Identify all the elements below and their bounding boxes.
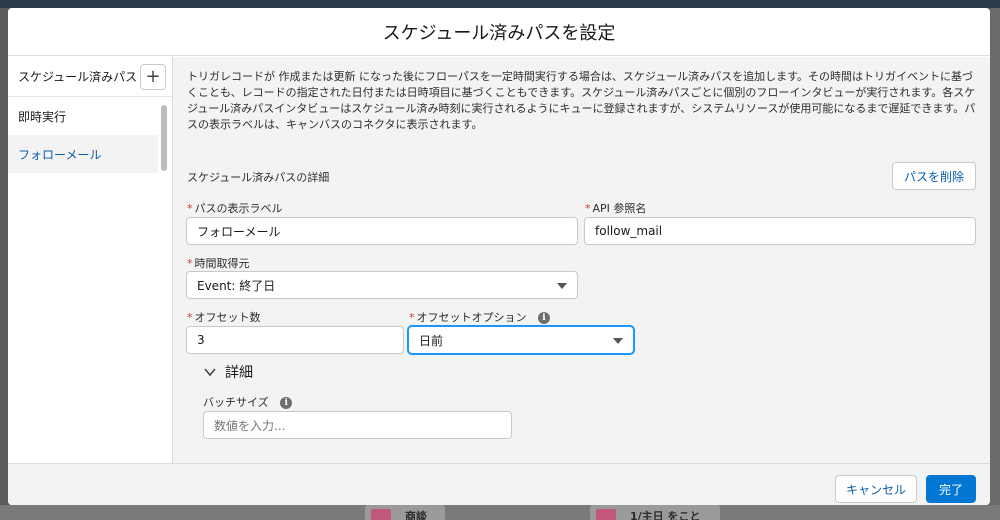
required-mark: * (585, 202, 591, 215)
field-label-text: オフセットオプション (416, 311, 527, 324)
section-title: スケジュール済みパスの詳細 (187, 171, 330, 184)
card-label: 商談 (405, 510, 427, 520)
modal-body: スケジュール済みパス + 即時実行 フォローメール トリガレコードが 作成または… (8, 57, 990, 463)
api-name-field-label: * API 参照名 (585, 200, 646, 216)
time-source-select[interactable]: Event: 終了日 (186, 271, 578, 299)
scheduled-path-sidebar: スケジュール済みパス + 即時実行 フォローメール (8, 57, 173, 463)
required-mark: * (409, 311, 415, 324)
required-mark: * (187, 311, 193, 324)
info-icon[interactable]: i (280, 397, 293, 409)
sidebar-item-follow-mail[interactable]: フォローメール (8, 135, 158, 173)
offset-option-value: 日前 (419, 333, 444, 348)
chevron-down-icon (557, 283, 567, 289)
sidebar-item-immediate[interactable]: 即時実行 (8, 97, 158, 135)
modal-title: スケジュール済みパスを設定 (382, 22, 616, 44)
chevron-down-icon (204, 368, 216, 377)
time-source-value: Event: 終了日 (197, 278, 276, 293)
path-label-input[interactable]: フォローメール (186, 217, 578, 245)
sidebar-header: スケジュール済みパス + (8, 57, 172, 97)
batch-size-field-label: バッチサイズ i (203, 394, 293, 410)
sidebar-item-label: フォローメール (18, 147, 102, 162)
field-label-text: API 参照名 (592, 202, 647, 215)
modal-footer: キャンセル 完了 (8, 463, 990, 505)
path-description: トリガレコードが 作成または更新 になった後にフローパスを一定時間実行する場合は… (187, 70, 976, 131)
path-label-field-label: * パスの表示ラベル (187, 200, 283, 216)
delete-path-label: パスを削除 (903, 169, 964, 184)
card-label: 1/主日 をこと (630, 510, 701, 520)
time-source-field-label: * 時間取得元 (187, 255, 250, 271)
offset-option-field-label: * オフセットオプション i (409, 309, 550, 325)
background-strip (990, 8, 1000, 520)
background-canvas (0, 505, 1000, 520)
modal-header: スケジュール済みパスを設定 (8, 8, 990, 56)
done-label: 完了 (938, 482, 963, 497)
offset-number-value: 3 (197, 333, 205, 347)
offset-option-select[interactable]: 日前 (408, 326, 634, 354)
field-label-text: オフセット数 (194, 311, 261, 324)
chevron-down-icon (613, 338, 623, 344)
app-top-bar (0, 0, 1000, 8)
details-toggle-label: 詳細 (225, 365, 253, 381)
required-mark: * (187, 257, 193, 270)
field-label-text: 時間取得元 (194, 257, 250, 270)
scheduled-path-modal: スケジュール済みパスを設定 スケジュール済みパス + 即時実行 フォローメール … (8, 8, 990, 505)
background-canvas-card: 商談 (365, 505, 445, 520)
field-label-text: バッチサイズ (203, 396, 269, 409)
details-section-toggle[interactable]: 詳細 (203, 362, 253, 382)
api-name-input[interactable]: follow_mail (584, 217, 976, 245)
cancel-label: キャンセル (845, 482, 906, 497)
plus-icon: + (145, 65, 161, 87)
delete-path-button[interactable]: パスを削除 (892, 162, 976, 190)
done-button[interactable]: 完了 (926, 475, 976, 503)
sidebar-item-label: 即時実行 (18, 109, 67, 124)
path-label-value: フォローメール (197, 224, 281, 239)
path-settings-panel: トリガレコードが 作成または更新 になった後にフローパスを一定時間実行する場合は… (173, 57, 990, 463)
sidebar-title: スケジュール済みパス (18, 70, 138, 84)
sidebar-scrollbar[interactable] (161, 105, 167, 171)
cancel-button[interactable]: キャンセル (835, 475, 917, 503)
card-icon (596, 509, 616, 520)
background-canvas-card: 1/主日 をこと (590, 505, 720, 520)
offset-number-input[interactable]: 3 (186, 326, 404, 354)
add-path-button[interactable]: + (140, 63, 166, 90)
required-mark: * (187, 202, 193, 215)
api-name-value: follow_mail (595, 224, 663, 238)
batch-size-placeholder: 数値を入力... (214, 418, 286, 433)
card-icon (371, 509, 391, 520)
offset-number-field-label: * オフセット数 (187, 309, 261, 325)
field-label-text: パスの表示ラベル (194, 202, 283, 215)
info-icon[interactable]: i (538, 312, 550, 324)
batch-size-input[interactable]: 数値を入力... (203, 411, 512, 439)
